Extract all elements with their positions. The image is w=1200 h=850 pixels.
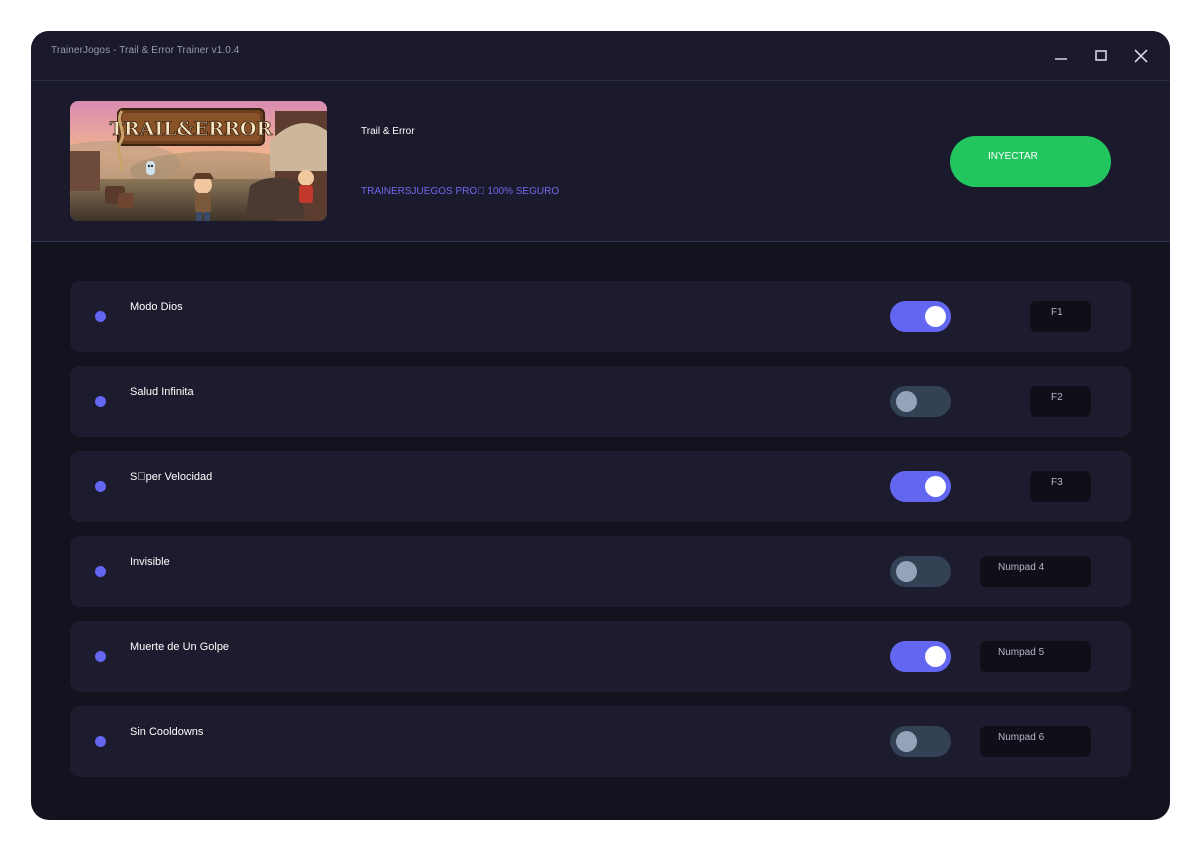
hotkey-label: F2 [1051,392,1063,403]
hotkey-label: Numpad 5 [998,647,1045,658]
toggle-knob [896,731,917,752]
inject-button[interactable]: INYECTAR [950,136,1111,187]
cheat-label: Modo Dios [130,301,183,313]
cheat-label: Muerte de Un Golpe [130,641,230,653]
cheat-label: Salud Infinita [130,386,194,398]
maximize-icon [1095,50,1107,61]
trainer-window: TrainerJogos - Trail & Error Trainer v1.… [31,31,1170,820]
game-cover-image: TRAIL&ERROR [70,101,327,221]
hotkey-label: Numpad 6 [998,732,1045,743]
cheat-row: Modo Dios F1 [70,281,1131,352]
hotkey-label: Numpad 4 [998,562,1045,573]
cheat-toggle[interactable] [890,556,951,587]
cheat-list: Modo Dios F1 Salud Infinita F2 S per Vel… [70,281,1131,791]
status-dot-icon [95,736,106,747]
hotkey-button[interactable]: F2 [1030,386,1091,417]
cheat-row: S per Velocidad F3 [70,451,1131,522]
title-bar[interactable]: TrainerJogos - Trail & Error Trainer v1.… [31,31,1170,81]
game-title: Trail & Error [361,126,415,137]
cheat-label: Invisible [130,556,170,568]
cheat-row: Invisible Numpad 4 [70,536,1131,607]
cheat-label: S per Velocidad [130,471,213,483]
toggle-knob [925,476,946,497]
hotkey-button[interactable]: F1 [1030,301,1091,332]
hotkey-button[interactable]: Numpad 6 [980,726,1091,757]
cheat-toggle[interactable] [890,471,951,502]
cheat-row: Salud Infinita F2 [70,366,1131,437]
status-dot-icon [95,651,106,662]
cheat-toggle[interactable] [890,641,951,672]
toggle-knob [925,306,946,327]
cheat-label: Sin Cooldowns [130,726,204,738]
hotkey-label: F3 [1051,477,1063,488]
hotkey-button[interactable]: Numpad 5 [980,641,1091,672]
close-icon [1134,49,1148,63]
status-dot-icon [95,396,106,407]
hotkey-button[interactable]: Numpad 4 [980,556,1091,587]
hotkey-button[interactable]: F3 [1030,471,1091,502]
game-logo-text: TRAIL&ERROR [110,118,273,140]
game-header: TRAIL&ERROR Trail & Error TRAINERSJUEGOS… [31,81,1170,242]
toggle-knob [925,646,946,667]
maximize-button[interactable] [1092,47,1110,65]
inject-button-label: INYECTAR [988,151,1038,162]
status-dot-icon [95,566,106,577]
cheat-row: Muerte de Un Golpe Numpad 5 [70,621,1131,692]
cheat-toggle[interactable] [890,726,951,757]
window-title: TrainerJogos - Trail & Error Trainer v1.… [51,45,240,56]
cheat-toggle[interactable] [890,301,951,332]
minimize-icon [1055,58,1067,60]
toggle-knob [896,561,917,582]
hotkey-label: F1 [1051,307,1063,318]
minimize-button[interactable] [1052,47,1070,65]
toggle-knob [896,391,917,412]
trainer-tagline: TRAINERSJUEGOS PRO  100% SEGURO [361,186,560,197]
status-dot-icon [95,481,106,492]
cheat-row: Sin Cooldowns Numpad 6 [70,706,1131,777]
close-button[interactable] [1132,47,1150,65]
status-dot-icon [95,311,106,322]
cheat-toggle[interactable] [890,386,951,417]
